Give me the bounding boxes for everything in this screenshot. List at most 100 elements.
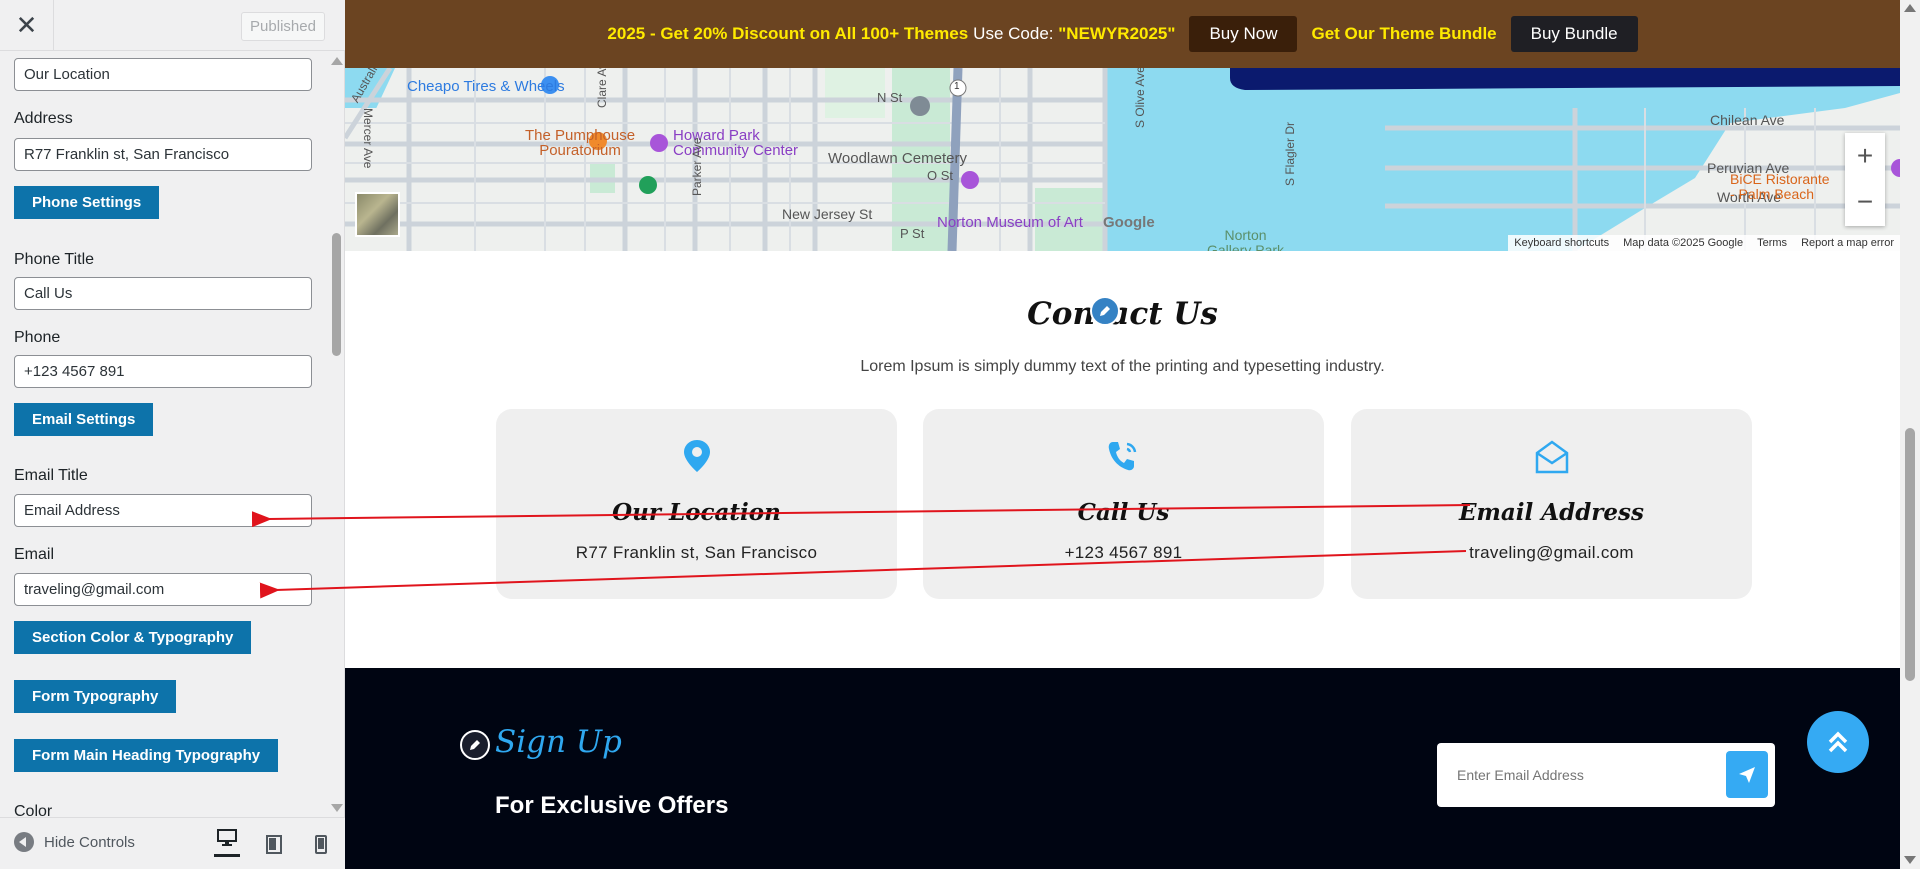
sidebar-scrollbar[interactable] <box>328 51 345 817</box>
send-icon <box>1739 766 1755 783</box>
sidebar-scroll-thumb[interactable] <box>332 233 341 356</box>
double-chevron-up-icon <box>1828 731 1848 753</box>
sidebar-controls: Our Location Address R77 Franklin st, Sa… <box>0 51 345 817</box>
map-zoom-controls: + − <box>1845 133 1885 226</box>
site-preview: 2025 - Get 20% Discount on All 100+ Them… <box>345 0 1920 869</box>
route-1-shield: 1 <box>954 81 960 92</box>
hide-controls-label: Hide Controls <box>44 833 135 851</box>
mobile-preview-button[interactable] <box>308 831 334 857</box>
email-settings-button[interactable]: Email Settings <box>14 403 154 436</box>
card-value: R77 Franklin st, San Francisco <box>575 543 818 562</box>
signup-section: Sign Up For Exclusive Offers <box>345 668 1900 869</box>
phone-title-input[interactable]: Call Us <box>14 277 312 310</box>
email-title-label: Email Title <box>14 467 88 484</box>
google-map[interactable]: Cheapo Tires & Wheels The Pumphouse Pour… <box>345 68 1900 251</box>
contact-card-phone: Call Us +123 4567 891 <box>923 409 1324 599</box>
scroll-down-icon[interactable] <box>1904 856 1916 864</box>
satellite-toggle-thumbnail[interactable] <box>355 192 400 237</box>
phone-settings-button[interactable]: Phone Settings <box>14 186 160 219</box>
map-label-chilean: Chilean Ave <box>1710 112 1785 128</box>
email-title-input[interactable]: Email Address <box>14 494 312 527</box>
map-label-new-jersey: New Jersey St <box>782 206 873 222</box>
phone-ringing-icon <box>923 439 1324 478</box>
newsletter-submit-button[interactable] <box>1726 751 1768 798</box>
address-label: Address <box>14 110 73 127</box>
card-title: Our Location <box>612 499 781 526</box>
edit-shortcut-icon[interactable] <box>460 730 490 760</box>
buy-now-button[interactable]: Buy Now <box>1189 16 1298 52</box>
phone-label: Phone <box>14 329 61 346</box>
published-button[interactable]: Published <box>241 12 325 41</box>
map-label-woodlawn: Woodlawn Cemetery <box>828 150 967 167</box>
desktop-icon <box>217 828 237 846</box>
contact-card-location: Our Location R77 Franklin st, San Franci… <box>496 409 897 599</box>
customizer-sidebar: ✕ Published Our Location Address R77 Fra… <box>0 0 345 869</box>
newsletter-email-input[interactable] <box>1437 743 1717 807</box>
scroll-up-icon[interactable] <box>1904 4 1916 12</box>
newsletter-form <box>1437 743 1775 807</box>
contact-section: Contact Us Lorem Ipsum is simply dummy t… <box>345 251 1900 668</box>
terms-link[interactable]: Terms <box>1757 237 1787 249</box>
section-color-typography-button[interactable]: Section Color & Typography <box>14 621 252 654</box>
preview-scrollbar[interactable] <box>1900 0 1920 869</box>
map-label-norton: Norton Museum of Art <box>937 214 1083 231</box>
zoom-out-button[interactable]: − <box>1845 179 1885 225</box>
map-label-mercer: Mercer Ave <box>361 108 375 169</box>
map-label-parker: Parker Ave <box>690 137 704 196</box>
hide-controls-button[interactable]: Hide Controls <box>14 832 135 852</box>
promo-discount-text: 2025 - Get 20% Discount on All 100+ Them… <box>607 24 969 43</box>
tablet-icon <box>266 834 282 854</box>
close-customizer-button[interactable]: ✕ <box>0 0 54 51</box>
email-label: Email <box>14 546 55 563</box>
scroll-up-icon[interactable] <box>331 57 343 65</box>
buy-bundle-button[interactable]: Buy Bundle <box>1510 16 1638 52</box>
promo-code-label: Use Code: <box>973 24 1054 43</box>
card-title: Call Us <box>1077 499 1170 526</box>
map-attribution: Keyboard shortcuts Map data ©2025 Google… <box>1508 235 1900 251</box>
edit-shortcut-icon[interactable] <box>1090 296 1120 326</box>
keyboard-shortcuts-link[interactable]: Keyboard shortcuts <box>1514 237 1609 249</box>
map-label-norton-park: Norton Gallery Park <box>1207 227 1285 252</box>
google-logo: Google <box>1103 214 1155 231</box>
promo-code: "NEWYR2025" <box>1058 24 1176 43</box>
signup-heading: Sign Up <box>495 724 622 760</box>
signup-subtitle: For Exclusive Offers <box>495 792 729 819</box>
mobile-icon <box>315 834 327 854</box>
sidebar-header: ✕ Published <box>0 0 345 51</box>
card-title: Email Address <box>1459 499 1644 526</box>
promo-bar: 2025 - Get 20% Discount on All 100+ Them… <box>345 0 1900 68</box>
location-title-input[interactable]: Our Location <box>14 58 312 91</box>
tablet-preview-button[interactable] <box>261 831 287 857</box>
collapse-icon <box>14 832 34 852</box>
map-label-p-st: P St <box>900 226 925 241</box>
map-label-n-st: N St <box>877 90 903 105</box>
map-label-o-st: O St <box>927 168 954 183</box>
report-map-error-link[interactable]: Report a map error <box>1801 237 1894 249</box>
address-input[interactable]: R77 Franklin st, San Francisco <box>14 138 312 171</box>
color-label: Color <box>14 803 53 817</box>
contact-subtitle: Lorem Ipsum is simply dummy text of the … <box>860 358 1385 375</box>
zoom-in-button[interactable]: + <box>1845 133 1885 179</box>
card-value: traveling@gmail.com <box>1469 543 1634 562</box>
map-label-flagler: S Flagler Dr <box>1283 121 1297 186</box>
back-to-top-button[interactable] <box>1807 711 1869 773</box>
map-label-bice: BiCE Ristorante - Palm Beach <box>1730 171 1830 202</box>
theme-bundle-text: Get Our Theme Bundle <box>1311 24 1497 43</box>
email-input[interactable]: traveling@gmail.com <box>14 573 312 606</box>
contact-heading: Contact Us <box>1027 296 1218 332</box>
sidebar-footer: Hide Controls <box>0 817 345 869</box>
preview-scroll-thumb[interactable] <box>1905 428 1915 681</box>
desktop-preview-button[interactable] <box>214 818 240 857</box>
phone-input[interactable]: +123 4567 891 <box>14 355 312 388</box>
form-main-heading-typography-button[interactable]: Form Main Heading Typography <box>14 739 279 772</box>
map-label-cheapo: Cheapo Tires & Wheels <box>407 78 565 95</box>
map-data-text: Map data ©2025 Google <box>1623 237 1744 249</box>
contact-card-email: Email Address traveling@gmail.com <box>1351 409 1752 599</box>
phone-title-label: Phone Title <box>14 251 95 268</box>
scroll-down-icon[interactable] <box>331 804 343 812</box>
map-label-olive: S Olive Ave <box>1133 68 1147 128</box>
form-typography-button[interactable]: Form Typography <box>14 680 177 713</box>
envelope-open-icon <box>1351 439 1752 480</box>
location-pin-icon <box>496 439 897 478</box>
card-value: +123 4567 891 <box>1064 543 1183 562</box>
